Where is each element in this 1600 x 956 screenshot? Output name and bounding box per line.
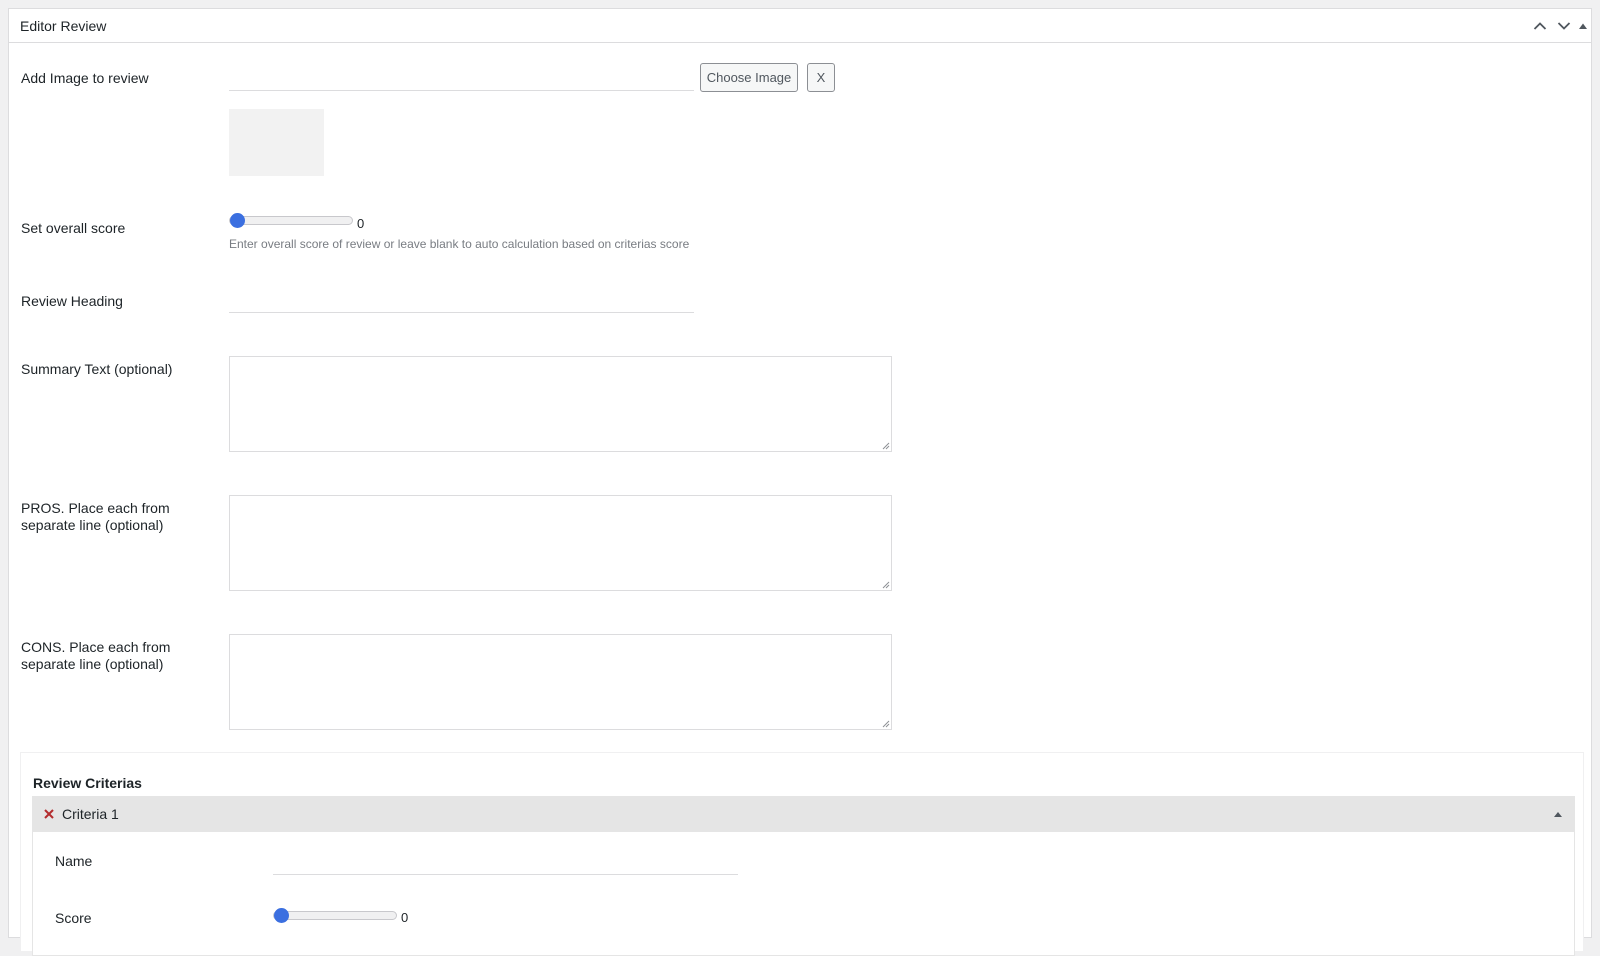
resize-grip-icon[interactable] xyxy=(882,581,890,589)
cons-field-label: CONS. Place each from separate line (opt… xyxy=(21,639,201,673)
criteria-item: Criteria 1 Name Score 0 xyxy=(32,796,1575,956)
criterias-title: Review Criterias xyxy=(33,775,142,791)
image-field-label: Add Image to review xyxy=(21,70,149,86)
heading-field-label: Review Heading xyxy=(21,293,123,309)
metabox-title: Editor Review xyxy=(20,18,107,34)
summary-textarea[interactable] xyxy=(229,356,892,452)
image-url-input[interactable] xyxy=(229,63,694,91)
review-criterias-section: Review Criterias Criteria 1 Name Score 0 xyxy=(20,752,1584,956)
overall-score-slider[interactable] xyxy=(229,216,353,225)
criteria-header-label: Criteria 1 xyxy=(62,806,119,822)
move-down-button[interactable] xyxy=(1555,17,1573,35)
cons-textarea-wrap xyxy=(229,634,892,730)
remove-criteria-icon[interactable] xyxy=(42,807,56,821)
metabox-header: Editor Review xyxy=(9,9,1591,43)
criteria-name-input[interactable] xyxy=(273,847,738,875)
pros-label-line2: separate line (optional) xyxy=(21,517,164,533)
clear-image-button[interactable]: X xyxy=(807,63,835,92)
chevron-down-icon xyxy=(1557,22,1571,30)
pros-label-line1: PROS. Place each from xyxy=(21,500,170,516)
overall-score-value: 0 xyxy=(357,216,365,231)
toggle-panel-button[interactable] xyxy=(1574,17,1592,35)
criteria-score-label: Score xyxy=(55,910,92,926)
move-up-button[interactable] xyxy=(1531,17,1549,35)
criteria-name-label: Name xyxy=(55,853,93,869)
review-heading-input[interactable] xyxy=(229,285,694,313)
criteria-score-slider[interactable] xyxy=(273,911,397,920)
cons-label-line1: CONS. Place each from xyxy=(21,639,171,655)
overall-score-help: Enter overall score of review or leave b… xyxy=(229,237,690,251)
triangle-up-icon[interactable] xyxy=(1552,809,1564,819)
pros-field-label: PROS. Place each from separate line (opt… xyxy=(21,500,201,534)
editor-review-metabox: Editor Review Add Image to review Choose… xyxy=(8,8,1592,956)
summary-field-label: Summary Text (optional) xyxy=(21,361,173,377)
overall-score-label: Set overall score xyxy=(21,220,126,236)
resize-grip-icon[interactable] xyxy=(882,720,890,728)
criteria-score-slider-thumb[interactable] xyxy=(274,908,289,923)
resize-grip-icon[interactable] xyxy=(882,442,890,450)
choose-image-button[interactable]: Choose Image xyxy=(700,63,798,92)
cons-label-line2: separate line (optional) xyxy=(21,656,164,672)
criteria-header[interactable]: Criteria 1 xyxy=(33,797,1574,832)
pros-textarea[interactable] xyxy=(229,495,892,591)
summary-textarea-wrap xyxy=(229,356,892,452)
cons-textarea[interactable] xyxy=(229,634,892,730)
pros-textarea-wrap xyxy=(229,495,892,591)
overall-score-slider-thumb[interactable] xyxy=(230,213,245,228)
triangle-up-icon xyxy=(1579,23,1587,29)
chevron-up-icon xyxy=(1533,22,1547,30)
image-preview xyxy=(229,109,324,176)
